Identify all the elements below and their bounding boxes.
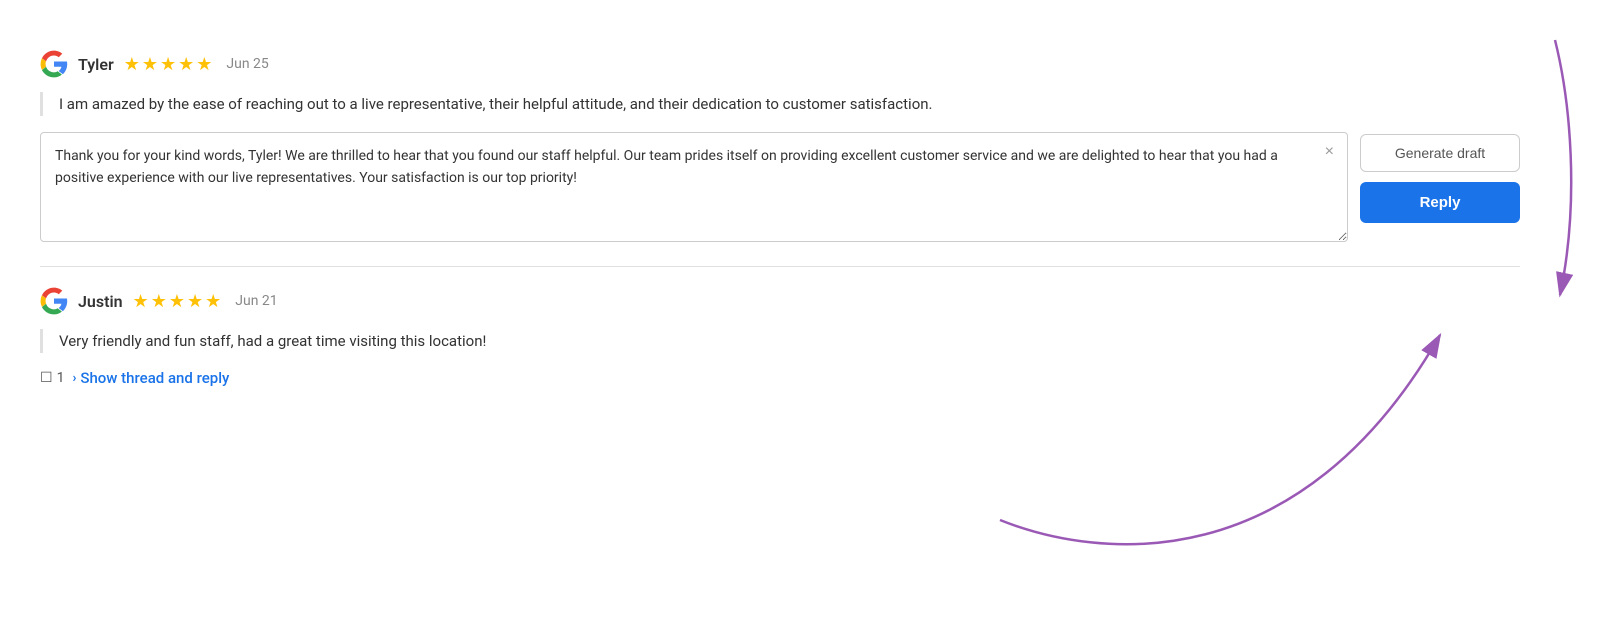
review-text-tyler: I am amazed by the ease of reaching out … xyxy=(59,92,1520,116)
review-item-tyler: Tyler ★ ★ ★ ★ ★ Jun 25 I am amazed by th… xyxy=(40,30,1520,266)
review-text-container-tyler: I am amazed by the ease of reaching out … xyxy=(40,92,1520,116)
comment-icon: ☐ xyxy=(40,370,53,386)
google-logo-icon-justin xyxy=(40,287,68,315)
chevron-right-icon: › xyxy=(72,371,76,386)
thread-icon-wrapper: ☐ 1 xyxy=(40,370,64,386)
review-date-justin: Jun 21 xyxy=(235,293,277,309)
generate-draft-button[interactable]: Generate draft xyxy=(1360,134,1520,172)
clear-button-tyler[interactable]: × xyxy=(1321,142,1338,162)
thread-count: 1 xyxy=(57,370,65,386)
show-thread-label: Show thread and reply xyxy=(80,369,229,387)
reviews-container: Tyler ★ ★ ★ ★ ★ Jun 25 I am amazed by th… xyxy=(0,0,1560,437)
star-j2: ★ xyxy=(151,291,167,312)
reply-textarea-wrapper: × xyxy=(40,132,1348,246)
review-header-justin: Justin ★ ★ ★ ★ ★ Jun 21 xyxy=(40,287,1520,315)
star-2: ★ xyxy=(142,54,158,75)
stars-justin: ★ ★ ★ ★ ★ xyxy=(133,291,222,312)
review-text-container-justin: Very friendly and fun staff, had a great… xyxy=(40,329,1520,353)
star-j3: ★ xyxy=(169,291,185,312)
star-j5: ★ xyxy=(205,291,221,312)
stars-tyler: ★ ★ ★ ★ ★ xyxy=(124,54,213,75)
google-logo-icon xyxy=(40,50,68,78)
star-j4: ★ xyxy=(187,291,203,312)
review-header-tyler: Tyler ★ ★ ★ ★ ★ Jun 25 xyxy=(40,50,1520,78)
reply-textarea-tyler[interactable] xyxy=(40,132,1348,242)
reviewer-name-tyler: Tyler xyxy=(78,55,114,74)
star-3: ★ xyxy=(160,54,176,75)
star-4: ★ xyxy=(178,54,194,75)
show-thread-reply-link[interactable]: › Show thread and reply xyxy=(72,369,229,387)
review-text-justin: Very friendly and fun staff, had a great… xyxy=(59,329,1520,353)
reply-area-tyler: × Generate draft Reply xyxy=(40,132,1520,246)
reply-button-tyler[interactable]: Reply xyxy=(1360,182,1520,223)
review-item-justin: Justin ★ ★ ★ ★ ★ Jun 21 Very friendly an… xyxy=(40,266,1520,407)
star-1: ★ xyxy=(124,54,140,75)
star-j1: ★ xyxy=(133,291,149,312)
reviewer-name-justin: Justin xyxy=(78,292,123,311)
review-date-tyler: Jun 25 xyxy=(226,56,268,72)
star-5: ★ xyxy=(196,54,212,75)
reply-actions-tyler: Generate draft Reply xyxy=(1360,132,1520,223)
show-thread-row: ☐ 1 › Show thread and reply xyxy=(40,369,1520,387)
